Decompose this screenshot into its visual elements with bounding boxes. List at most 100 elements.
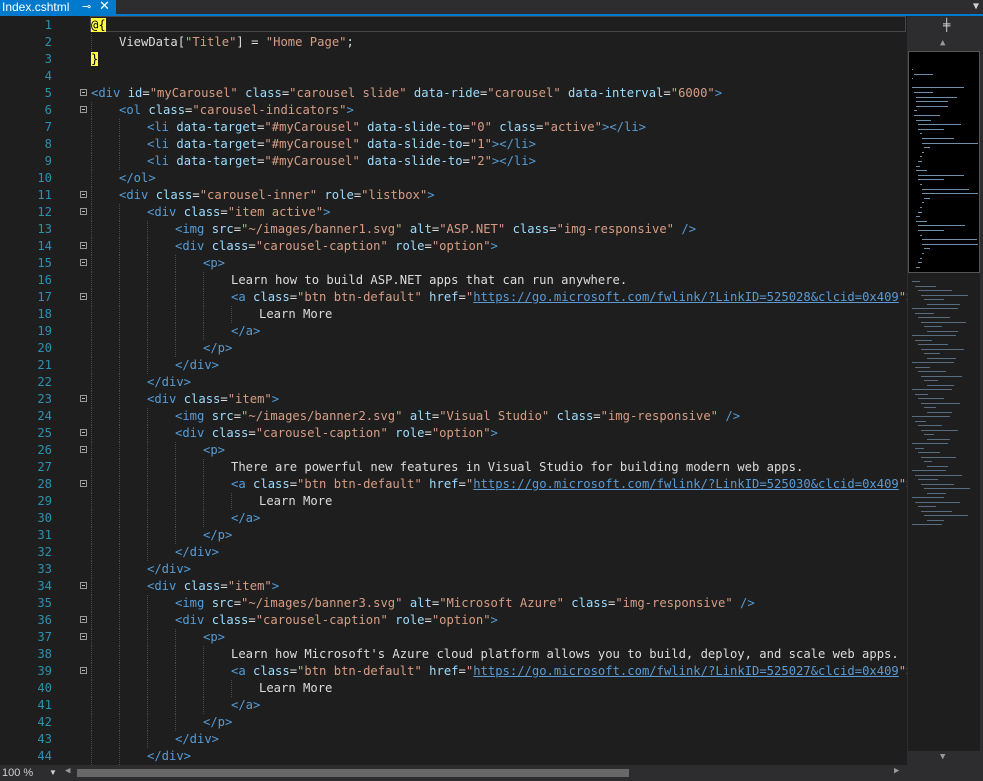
code-line[interactable]: 14 <div class="carousel-caption" role="op… (0, 238, 907, 255)
code-line[interactable]: 27 There are powerful new features in Vis… (0, 459, 907, 476)
code-line[interactable]: 36 <div class="carousel-caption" role="op… (0, 612, 907, 629)
collapse-icon[interactable] (80, 480, 87, 487)
code-line[interactable]: 5 <div id="myCarousel" class="carousel sl… (0, 85, 907, 102)
code-line[interactable]: 40 Learn More (0, 680, 907, 697)
collapse-icon[interactable] (80, 293, 87, 300)
code-line[interactable]: 43 </div> (0, 731, 907, 748)
token-url[interactable]: https://go.microsoft.com/fwlink/?LinkID=… (473, 477, 899, 491)
token-txt: = (549, 222, 557, 236)
code-line[interactable]: 41 </a> (0, 697, 907, 714)
collapse-icon[interactable] (80, 106, 87, 113)
code-line[interactable]: 11 <div class="carousel-inner" role="list… (0, 187, 907, 204)
collapse-icon[interactable] (80, 582, 87, 589)
zoom-dropdown[interactable]: 100 % ▼ (2, 766, 58, 780)
code-editor[interactable]: 1 @{2 ViewData["Title"] = "Home Page"; 3} 4 5… (0, 16, 907, 765)
code-text: <div class="carousel-caption" role="opti… (175, 612, 498, 629)
token-attr: data-slide-to (367, 154, 463, 168)
tab-dropdown-icon[interactable]: ▼ (973, 1, 979, 12)
collapse-icon[interactable] (80, 89, 87, 96)
token-url[interactable]: https://go.microsoft.com/fwlink/?LinkID=… (473, 664, 899, 678)
line-number: 4 (44, 69, 52, 83)
code-line[interactable]: 38 Learn how Microsoft's Azure cloud plat… (0, 646, 907, 663)
document-tab-bar: Index.cshtml ⊸ ✕ ▼ (0, 0, 983, 16)
indent-guide (91, 527, 92, 544)
code-line[interactable]: 44 </div> (0, 748, 907, 765)
code-line[interactable]: 6 <ol class="carousel-indicators"> (0, 102, 907, 119)
collapse-icon[interactable] (80, 633, 87, 640)
code-line[interactable]: 15 <p> (0, 255, 907, 272)
code-line[interactable]: 42 </p> (0, 714, 907, 731)
indent-guide (203, 306, 204, 323)
code-line[interactable]: 31 </p> (0, 527, 907, 544)
code-line[interactable]: 34 <div class="item"> (0, 578, 907, 595)
code-line[interactable]: 26 <p> (0, 442, 907, 459)
horizontal-scrollbar-thumb[interactable] (77, 769, 629, 777)
collapse-icon[interactable] (80, 191, 87, 198)
code-line[interactable]: 13 <img src="~/images/banner1.svg" alt="A… (0, 221, 907, 238)
code-line[interactable]: 35 <img src="~/images/banner3.svg" alt="M… (0, 595, 907, 612)
code-line[interactable]: 3} (0, 51, 907, 68)
code-line[interactable]: 33 </div> (0, 561, 907, 578)
minimap-line (912, 335, 956, 336)
code-line[interactable]: 23 <div class="item"> (0, 391, 907, 408)
split-window-icon[interactable]: ╪ (943, 18, 950, 32)
vertical-scrollbar[interactable]: ╪ ▲ ▼ (907, 16, 983, 765)
code-line[interactable]: 25 <div class="carousel-caption" role="op… (0, 425, 907, 442)
code-line[interactable]: 16 Learn how to build ASP.NET apps that c… (0, 272, 907, 289)
code-text: <div id="myCarousel" class="carousel sli… (91, 85, 722, 102)
indent-guide (147, 476, 148, 493)
collapse-icon[interactable] (80, 667, 87, 674)
code-line[interactable]: 24 <img src="~/images/banner2.svg" alt="V… (0, 408, 907, 425)
code-line[interactable]: 30 </a> (0, 510, 907, 527)
collapse-icon[interactable] (80, 446, 87, 453)
code-line[interactable]: 7 <li data-target = "#myCarousel" data-slid… (0, 119, 907, 136)
token-attr: href (429, 477, 459, 491)
indent-guide (91, 493, 92, 510)
code-line[interactable]: 32 </div> (0, 544, 907, 561)
collapse-icon[interactable] (80, 616, 87, 623)
collapse-icon[interactable] (80, 242, 87, 249)
indent-guide (147, 289, 148, 306)
minimap-line (921, 483, 954, 485)
collapse-icon[interactable] (80, 208, 87, 215)
code-line[interactable]: 19 </a> (0, 323, 907, 340)
token-url[interactable]: https://go.microsoft.com/fwlink/?LinkID=… (473, 290, 899, 304)
collapse-icon[interactable] (80, 395, 87, 402)
code-line[interactable]: 37 <p> (0, 629, 907, 646)
minimap[interactable] (908, 51, 980, 751)
minimap-line (915, 447, 924, 449)
code-line[interactable]: 8 <li data-target = "#myCarousel" data-slid… (0, 136, 907, 153)
code-line[interactable]: 17 <a class="btn btn-default" href="https… (0, 289, 907, 306)
line-number: 9 (44, 154, 52, 168)
token-tag: </div> (147, 749, 192, 763)
minimap-line (924, 434, 934, 435)
code-line[interactable]: 9 <li data-target = "#myCarousel" data-slid… (0, 153, 907, 170)
code-line[interactable]: 10 </ol> (0, 170, 907, 187)
code-line[interactable]: 28 <a class="btn btn-default" href="https… (0, 476, 907, 493)
code-line[interactable]: 21 </div> (0, 357, 907, 374)
code-line[interactable]: 1 @{ (0, 17, 907, 34)
indent-guide (91, 595, 92, 612)
code-line[interactable]: 4 (0, 68, 907, 85)
code-line[interactable]: 12 <div class="item active"> (0, 204, 907, 221)
code-line[interactable]: 20 </p> (0, 340, 907, 357)
code-line[interactable]: 29 Learn More (0, 493, 907, 510)
indent-guide (147, 697, 148, 714)
code-text: <div class="item"> (147, 578, 279, 595)
code-line[interactable]: 18 Learn More (0, 306, 907, 323)
close-icon[interactable]: ✕ (99, 0, 110, 13)
collapse-icon[interactable] (80, 259, 87, 266)
scroll-down-icon[interactable]: ▼ (940, 752, 945, 762)
line-number: 36 (37, 613, 52, 627)
tab-index-cshtml[interactable]: Index.cshtml ⊸ ✕ (0, 0, 116, 14)
code-line[interactable]: 39 <a class="btn btn-default" href="https… (0, 663, 907, 680)
collapse-icon[interactable] (80, 429, 87, 436)
token-tag: /> (718, 409, 741, 423)
scroll-right-icon[interactable]: ▶ (894, 766, 899, 776)
code-line[interactable]: 22 </div> (0, 374, 907, 391)
scroll-up-icon[interactable]: ▲ (940, 38, 945, 48)
pin-icon[interactable]: ⊸ (82, 0, 91, 14)
code-line[interactable]: 2 ViewData["Title"] = "Home Page"; (0, 34, 907, 51)
scroll-left-icon[interactable]: ◀ (65, 766, 70, 776)
indent-guide (147, 612, 148, 629)
